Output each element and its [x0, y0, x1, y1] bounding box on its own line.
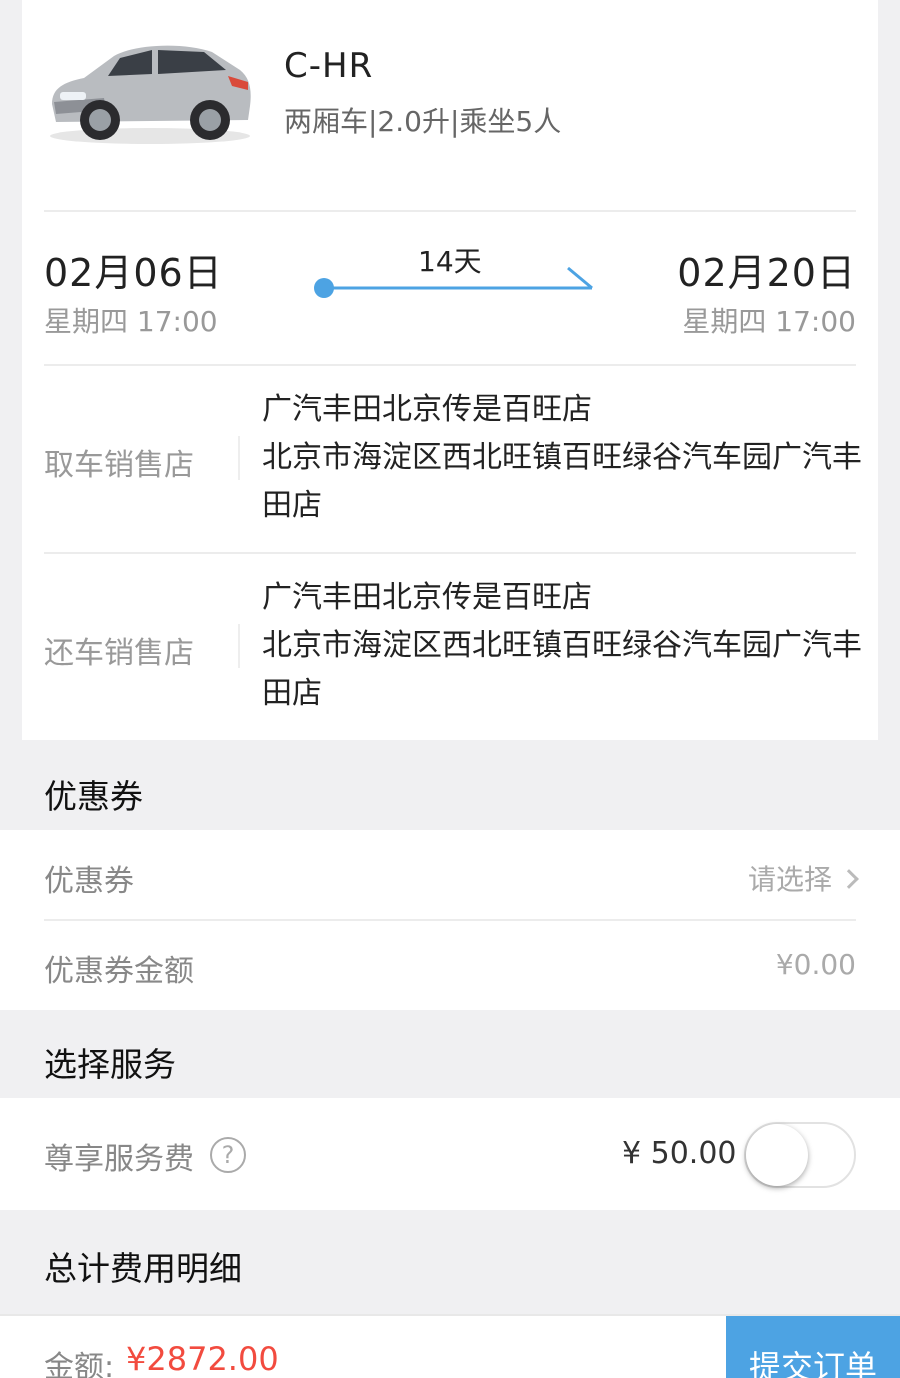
- car-spec: 两厢车|2.0升|乘坐5人: [284, 105, 562, 138]
- service-section-header: 选择服务: [0, 1012, 900, 1098]
- coupon-amount-value: ¥0.00: [775, 948, 856, 981]
- order-card: C-HR 两厢车|2.0升|乘坐5人 02月06日 星期四 17:00 14天 …: [22, 0, 878, 740]
- pickup-store-name: 广汽丰田北京传是百旺店: [262, 392, 592, 427]
- coupon-select-label: 优惠券: [44, 864, 134, 899]
- pickup-store-row[interactable]: 取车销售店 广汽丰田北京传是百旺店 北京市海淀区西北旺镇百旺绿谷汽车园广汽丰田店: [22, 366, 878, 554]
- service-section-title: 选择服务: [44, 1045, 176, 1084]
- total-section-title: 总计费用明细: [44, 1249, 242, 1288]
- return-store-info: 广汽丰田北京传是百旺店 北京市海淀区西北旺镇百旺绿谷汽车园广汽丰田店: [262, 574, 862, 718]
- coupon-placeholder: 请选择: [747, 863, 832, 896]
- coupon-select-value[interactable]: 请选择: [747, 858, 859, 898]
- service-toggle[interactable]: [744, 1122, 856, 1188]
- service-fee-label: 尊享服务费: [44, 1142, 194, 1177]
- coupon-select-row[interactable]: 优惠券 请选择: [0, 830, 900, 920]
- total-amount-value: ¥2872.00: [126, 1340, 279, 1378]
- return-store-address: 北京市海淀区西北旺镇百旺绿谷汽车园广汽丰田店: [262, 628, 862, 711]
- pickup-store-info: 广汽丰田北京传是百旺店 北京市海淀区西北旺镇百旺绿谷汽车园广汽丰田店: [262, 386, 862, 530]
- coupon-section-header: 优惠券: [0, 744, 900, 830]
- rental-period[interactable]: 02月06日 星期四 17:00 14天 02月20日 星期四 17:00: [22, 212, 878, 364]
- coupon-panel: 优惠券 请选择 优惠券金额 ¥0.00: [0, 830, 900, 1010]
- toggle-knob: [746, 1124, 808, 1186]
- pickup-store-label: 取车销售店: [44, 448, 194, 483]
- coupon-section-title: 优惠券: [44, 777, 143, 816]
- total-section-header: 总计费用明细: [0, 1212, 900, 1312]
- separator: [238, 624, 240, 668]
- service-fee-value: ¥ 50.00: [622, 1136, 737, 1171]
- return-time: 星期四 17:00: [682, 305, 856, 338]
- chevron-right-icon: [839, 869, 859, 889]
- submit-order-button[interactable]: 提交订单: [726, 1316, 900, 1378]
- coupon-amount-label: 优惠券金额: [44, 954, 194, 989]
- return-store-name: 广汽丰田北京传是百旺店: [262, 580, 592, 615]
- pickup-store-address: 北京市海淀区西北旺镇百旺绿谷汽车园广汽丰田店: [262, 440, 862, 523]
- return-store-label: 还车销售店: [44, 636, 194, 671]
- pickup-time: 星期四 17:00: [44, 305, 218, 338]
- coupon-amount-row: 优惠券金额 ¥0.00: [0, 920, 900, 1010]
- return-store-row[interactable]: 还车销售店 广汽丰田北京传是百旺店 北京市海淀区西北旺镇百旺绿谷汽车园广汽丰田店: [22, 554, 878, 742]
- car-image: [50, 45, 251, 144]
- help-icon[interactable]: ?: [210, 1137, 246, 1173]
- duration-arrow-icon: [314, 266, 593, 298]
- separator: [238, 436, 240, 480]
- car-model-name: C-HR: [284, 46, 374, 86]
- checkout-bar: 金额: ¥2872.00 提交订单: [0, 1314, 900, 1378]
- total-amount-label: 金额:: [44, 1350, 115, 1378]
- return-date: 02月20日: [677, 251, 856, 295]
- car-info: C-HR 两厢车|2.0升|乘坐5人: [22, 0, 878, 210]
- pickup-date: 02月06日: [44, 251, 223, 295]
